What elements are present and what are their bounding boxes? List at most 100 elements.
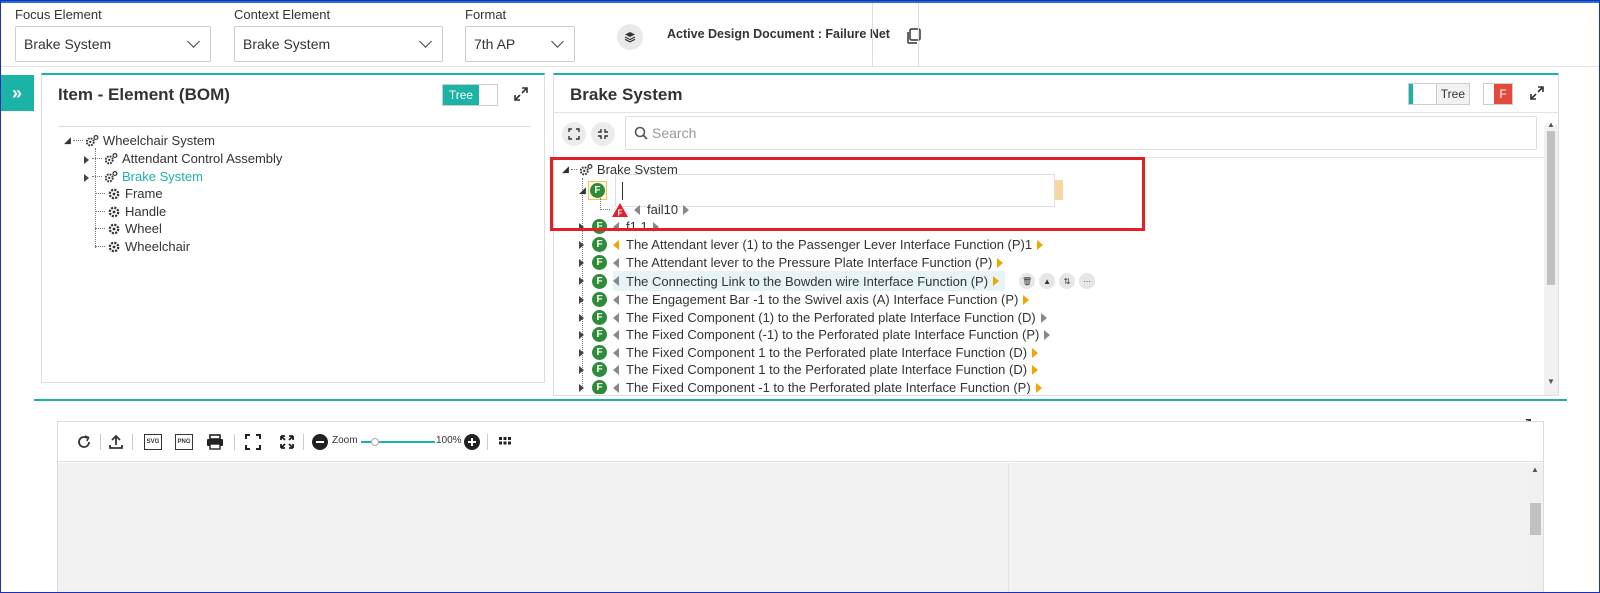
function-row-selected[interactable]: F The Connecting Link to the Bowden wire… bbox=[579, 271, 1099, 291]
gear-icon bbox=[108, 188, 120, 199]
more-icon[interactable]: ··· bbox=[1079, 273, 1096, 289]
warning-icon[interactable]: ▲ bbox=[1039, 273, 1056, 289]
arrow-right-icon bbox=[1037, 239, 1044, 250]
function-label: The Fixed Component (-1) to the Perforat… bbox=[626, 327, 1040, 342]
active-design-document: Active Design Document : Failure Net bbox=[667, 27, 890, 41]
function-row[interactable]: F The Fixed Component 1 to the Perforate… bbox=[579, 345, 1039, 360]
search-input[interactable]: Search bbox=[625, 116, 1537, 150]
chevron-down-icon bbox=[419, 35, 432, 48]
failure-view-toggle[interactable]: F bbox=[1483, 83, 1513, 105]
function-panel-title: Brake System bbox=[570, 85, 683, 104]
toggle-knob bbox=[1412, 84, 1436, 104]
sort-icon[interactable]: ⇅ bbox=[1059, 273, 1076, 289]
copy-icon[interactable] bbox=[904, 26, 924, 46]
tree-node-wheelchair[interactable]: Wheelchair bbox=[95, 239, 190, 254]
export-png-icon[interactable]: PNG bbox=[175, 434, 193, 450]
function-label: The Fixed Component 1 to the Perforated … bbox=[626, 345, 1028, 360]
expand-icon[interactable] bbox=[513, 86, 529, 102]
zoom-in-icon[interactable] bbox=[464, 434, 480, 450]
tree-node-label: Wheelchair bbox=[125, 239, 191, 254]
divider bbox=[554, 112, 1558, 113]
gear-assembly-icon bbox=[104, 170, 118, 182]
diagram-canvas[interactable]: ▲ bbox=[58, 463, 1543, 593]
expand-triangle-icon bbox=[579, 240, 584, 249]
function-icon: F bbox=[592, 292, 607, 307]
toggle-knob bbox=[479, 85, 497, 105]
print-icon[interactable] bbox=[206, 434, 224, 450]
zoom-slider[interactable] bbox=[361, 438, 435, 446]
arrow-right-icon bbox=[1023, 294, 1030, 305]
failure-toggle-label: F bbox=[1494, 84, 1512, 104]
context-element-select[interactable]: Brake System bbox=[234, 26, 443, 62]
double-chevron-right-icon: » bbox=[11, 82, 22, 103]
function-label: The Engagement Bar -1 to the Swivel axis… bbox=[626, 292, 1019, 307]
zoom-slider-handle[interactable] bbox=[371, 438, 379, 446]
function-row[interactable]: F The Fixed Component (1) to the Perfora… bbox=[579, 310, 1047, 325]
scroll-up-icon[interactable]: ▲ bbox=[1531, 465, 1539, 474]
upload-icon[interactable] bbox=[108, 434, 124, 450]
function-icon: F bbox=[592, 362, 607, 377]
divider bbox=[872, 3, 873, 67]
arrow-left-icon bbox=[613, 294, 619, 305]
arrow-right-icon bbox=[993, 276, 1000, 286]
function-row[interactable]: F The Fixed Component (-1) to the Perfor… bbox=[579, 327, 1051, 342]
tree-node-label: Attendant Control Assembly bbox=[122, 151, 283, 166]
function-icon: F bbox=[592, 310, 607, 325]
diagram-viewer: SVG PNG Zoom 100% ▲ bbox=[57, 421, 1544, 593]
refresh-icon[interactable] bbox=[76, 434, 92, 450]
focus-element-value: Brake System bbox=[24, 36, 112, 52]
arrow-left-icon bbox=[613, 364, 619, 375]
search-placeholder: Search bbox=[652, 125, 697, 141]
fullscreen-icon[interactable] bbox=[245, 434, 261, 450]
tree-node-frame[interactable]: Frame bbox=[95, 186, 163, 201]
canvas-scrollbar[interactable]: ▲ bbox=[1528, 463, 1543, 593]
gear-icon bbox=[108, 241, 120, 252]
function-label: The Attendant lever to the Pressure Plat… bbox=[626, 255, 993, 270]
function-row[interactable]: F The Attendant lever to the Pressure Pl… bbox=[579, 255, 1004, 270]
tree-node-label: Frame bbox=[125, 186, 163, 201]
fullscreen-icon bbox=[568, 128, 580, 140]
function-row[interactable]: F The Engagement Bar -1 to the Swivel ax… bbox=[579, 292, 1030, 307]
tree-node-brake-system[interactable]: Brake System bbox=[84, 169, 203, 184]
layers-button[interactable] bbox=[617, 24, 643, 50]
gear-icon bbox=[108, 223, 120, 234]
collapse-all-button[interactable] bbox=[591, 122, 615, 146]
expand-icon[interactable] bbox=[1529, 85, 1545, 101]
tree-node-wheel[interactable]: Wheel bbox=[95, 221, 162, 236]
delete-icon[interactable]: 🗑 bbox=[1019, 273, 1036, 289]
fit-screen-button[interactable] bbox=[562, 122, 586, 146]
expand-triangle-icon bbox=[84, 174, 89, 182]
focus-element-select[interactable]: Brake System bbox=[15, 26, 211, 62]
function-icon: F bbox=[592, 327, 607, 342]
scrollbar-thumb[interactable] bbox=[1530, 503, 1541, 535]
tree-view-toggle[interactable]: Tree bbox=[1408, 83, 1470, 105]
section-divider bbox=[34, 399, 1567, 401]
expand-triangle-icon bbox=[579, 330, 584, 339]
arrow-right-icon bbox=[1040, 312, 1047, 323]
scroll-up-icon[interactable]: ▲ bbox=[1547, 120, 1555, 129]
tree-node-handle[interactable]: Handle bbox=[95, 204, 166, 219]
collapse-triangle-icon: ◢ bbox=[64, 135, 71, 145]
format-select[interactable]: 7th AP bbox=[465, 26, 575, 62]
function-row[interactable]: F The Fixed Component -1 to the Perforat… bbox=[579, 380, 1042, 394]
arrow-right-icon bbox=[1044, 329, 1051, 340]
highlight-box bbox=[550, 157, 1145, 231]
fit-diagram-icon[interactable] bbox=[279, 434, 295, 450]
scroll-down-icon[interactable]: ▼ bbox=[1547, 377, 1555, 386]
vertical-scrollbar[interactable]: ▲ ▼ bbox=[1544, 120, 1558, 395]
zoom-out-icon[interactable] bbox=[312, 434, 328, 450]
expand-sidebar-button[interactable]: » bbox=[0, 75, 34, 111]
arrow-right-icon bbox=[997, 257, 1004, 268]
grid-icon[interactable] bbox=[497, 434, 513, 450]
arrow-right-icon bbox=[1035, 382, 1042, 393]
zoom-label: Zoom bbox=[332, 435, 358, 446]
tree-view-toggle[interactable]: Tree bbox=[442, 84, 498, 106]
function-row[interactable]: F The Fixed Component 1 to the Perforate… bbox=[579, 362, 1039, 377]
export-svg-icon[interactable]: SVG bbox=[144, 434, 162, 450]
tree-node-wheelchair-system[interactable]: ◢ Wheelchair System bbox=[64, 133, 215, 148]
scrollbar-thumb[interactable] bbox=[1547, 131, 1555, 285]
tree-node-attendant-control-assembly[interactable]: Attendant Control Assembly bbox=[84, 151, 282, 166]
toggle-knob bbox=[1484, 84, 1494, 104]
search-icon bbox=[634, 126, 648, 140]
function-row[interactable]: F The Attendant lever (1) to the Passeng… bbox=[579, 237, 1044, 252]
